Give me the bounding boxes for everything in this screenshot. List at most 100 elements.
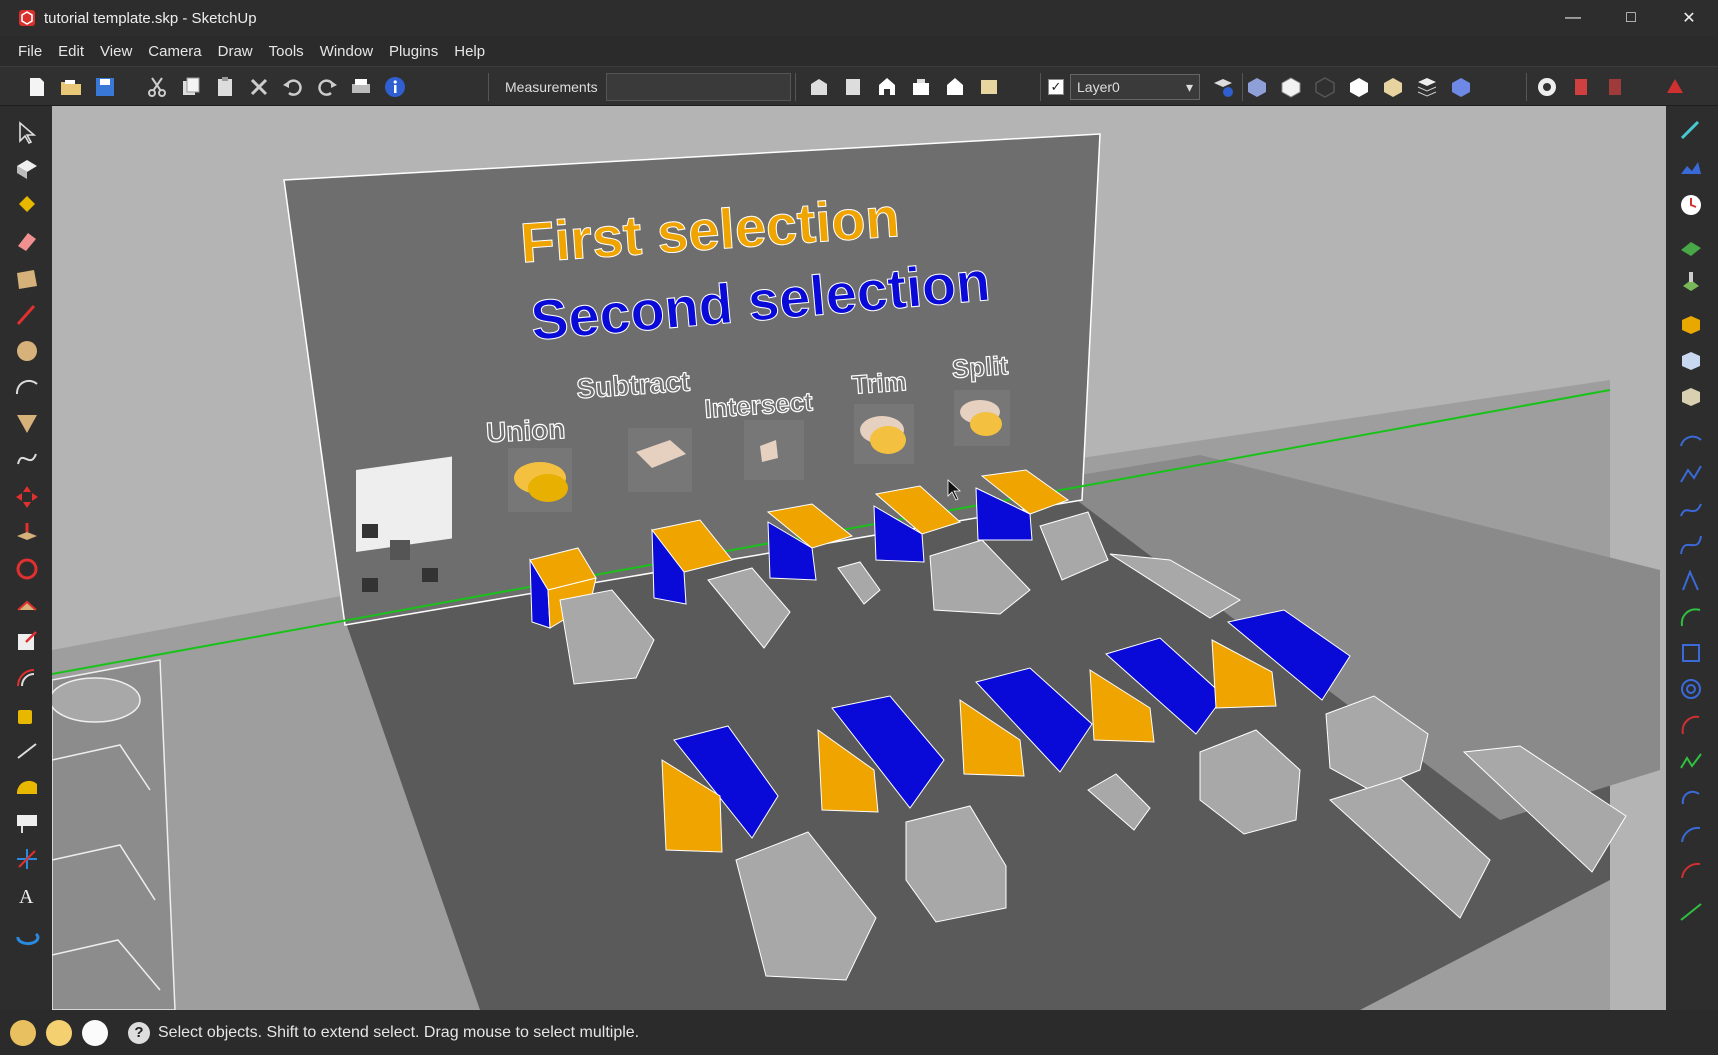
menu-plugins[interactable]: Plugins [381, 43, 446, 60]
menu-window[interactable]: Window [312, 43, 381, 60]
ext-tool-8[interactable] [1676, 382, 1706, 412]
wireframe-style-button[interactable] [1274, 71, 1308, 103]
text-label-icon [17, 815, 37, 833]
freehand-tool[interactable] [12, 444, 42, 474]
viewport-3d[interactable]: First selection Second selection Union S… [52, 106, 1666, 1010]
protractor-tool[interactable] [12, 772, 42, 802]
polygon-tool[interactable] [12, 408, 42, 438]
new-file-button[interactable] [20, 71, 54, 103]
iso-view-button[interactable] [802, 71, 836, 103]
ext-tool-16[interactable] [1676, 674, 1706, 704]
cut-button[interactable] [140, 71, 174, 103]
textured-button[interactable] [1376, 71, 1410, 103]
ext-tool-12[interactable] [1676, 530, 1706, 560]
ext-tool-3[interactable] [1676, 190, 1706, 220]
tape-measure-tool[interactable] [12, 700, 42, 730]
measurements-input[interactable] [605, 73, 791, 101]
ext-tool-22[interactable] [1676, 896, 1706, 926]
op-label-trim: Trim [851, 366, 908, 400]
ext-tool-15[interactable] [1676, 638, 1706, 668]
menu-file[interactable]: File [10, 43, 50, 60]
ext-tool-20[interactable] [1676, 818, 1706, 848]
push-pull-tool[interactable] [12, 518, 42, 548]
ext-tool-21[interactable] [1676, 854, 1706, 884]
ext-tool-14[interactable] [1676, 602, 1706, 632]
erase-button[interactable] [242, 71, 276, 103]
line-tool[interactable] [12, 300, 42, 330]
menu-edit[interactable]: Edit [50, 43, 92, 60]
menu-tools[interactable]: Tools [261, 43, 312, 60]
top-view-button[interactable] [836, 71, 870, 103]
solid-tools-button[interactable] [1564, 71, 1598, 103]
geolocation-status-icon[interactable] [10, 1019, 36, 1046]
follow-me-tool[interactable] [12, 590, 42, 620]
arc-tool[interactable] [12, 372, 42, 402]
menu-camera[interactable]: Camera [140, 43, 209, 60]
outer-shell-button[interactable] [1598, 71, 1632, 103]
paste-button[interactable] [208, 71, 242, 103]
offset-tool[interactable] [12, 662, 42, 692]
arc-icon [15, 379, 38, 395]
ext-tool-9[interactable] [1676, 424, 1706, 454]
layer-visible-checkbox[interactable]: ✓ [1048, 79, 1064, 95]
eraser-tool[interactable] [12, 226, 42, 256]
layer-manager-button[interactable] [1206, 71, 1240, 103]
menu-draw[interactable]: Draw [210, 43, 261, 60]
undo-button[interactable] [276, 71, 310, 103]
3d-text-tool[interactable]: A [12, 880, 42, 910]
section-cut-button[interactable] [1444, 71, 1478, 103]
ext-tool-19[interactable] [1676, 782, 1706, 812]
front-view-button[interactable] [870, 71, 904, 103]
ext-tool-11[interactable] [1676, 496, 1706, 526]
text-tool[interactable] [12, 808, 42, 838]
menu-view[interactable]: View [92, 43, 140, 60]
select-tool[interactable] [12, 118, 42, 148]
minimize-button[interactable]: — [1544, 0, 1602, 36]
xray-style-button[interactable] [1240, 71, 1274, 103]
ext-tool-18[interactable] [1676, 746, 1706, 776]
ext-tool-2[interactable] [1676, 154, 1706, 184]
rotate-tool[interactable] [12, 554, 42, 584]
monochrome-button[interactable] [1410, 71, 1444, 103]
ext-tool-17[interactable] [1676, 710, 1706, 740]
shaded-button[interactable] [1342, 71, 1376, 103]
print-button[interactable] [344, 71, 378, 103]
ext-tool-10[interactable] [1676, 460, 1706, 490]
dimension-tool[interactable] [12, 736, 42, 766]
left-cylinder-top [52, 677, 141, 723]
ext-tool-4[interactable] [1676, 232, 1706, 262]
rectangle-tool[interactable] [12, 264, 42, 294]
menu-help[interactable]: Help [446, 43, 493, 60]
ext-tool-13[interactable] [1676, 566, 1706, 596]
open-file-button[interactable] [54, 71, 88, 103]
right-view-button[interactable] [904, 71, 938, 103]
model-info-button[interactable] [378, 71, 412, 103]
svg-text:A: A [19, 886, 34, 908]
axes-tool[interactable] [12, 844, 42, 874]
extension-warehouse-button[interactable] [1530, 71, 1564, 103]
user-status-icon[interactable] [82, 1019, 108, 1046]
redo-button[interactable] [310, 71, 344, 103]
make-component-tool[interactable] [12, 154, 42, 184]
help-icon[interactable]: ? [128, 1021, 150, 1044]
copy-button[interactable] [174, 71, 208, 103]
circle-tool[interactable] [12, 336, 42, 366]
credits-status-icon[interactable] [46, 1019, 72, 1046]
save-button[interactable] [88, 71, 122, 103]
ext-tool-7[interactable] [1676, 346, 1706, 376]
triangle-shape-icon [17, 415, 37, 433]
ext-tool-5[interactable] [1676, 266, 1706, 296]
ext-tool-1[interactable] [1676, 116, 1706, 146]
maximize-button[interactable]: □ [1602, 0, 1660, 36]
paint-bucket-tool[interactable] [12, 190, 42, 220]
ext-tool-6[interactable] [1676, 310, 1706, 340]
move-tool[interactable] [12, 482, 42, 512]
back-view-button[interactable] [938, 71, 972, 103]
hidden-line-button[interactable] [1308, 71, 1342, 103]
ruby-console-button[interactable] [1658, 71, 1692, 103]
scale-tool[interactable] [12, 626, 42, 656]
left-view-button[interactable] [972, 71, 1006, 103]
layer-select[interactable]: Layer0 ▾ [1070, 74, 1200, 100]
close-button[interactable]: ✕ [1660, 0, 1718, 36]
orbit-tool[interactable] [12, 920, 42, 950]
